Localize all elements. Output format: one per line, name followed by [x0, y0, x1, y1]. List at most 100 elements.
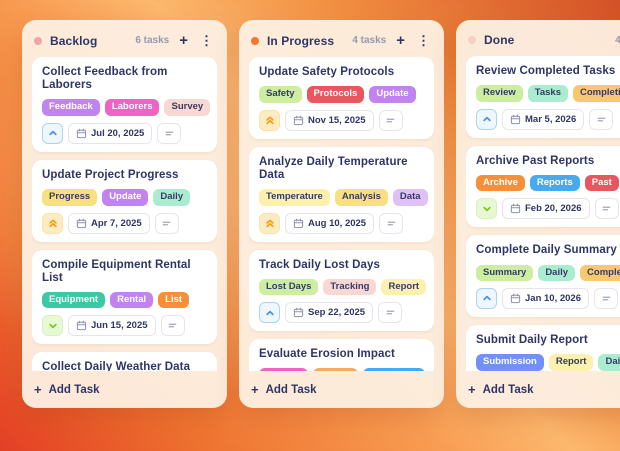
priority-button[interactable] — [259, 110, 280, 131]
description-lines-icon — [385, 307, 396, 318]
priority-button[interactable] — [42, 315, 63, 336]
add-card-icon-button[interactable]: + — [177, 33, 190, 48]
add-task-label: Add Task — [266, 384, 317, 396]
plus-icon: + — [468, 383, 476, 396]
due-date-chip[interactable]: Jul 20, 2025 — [68, 123, 152, 144]
priority-button[interactable] — [476, 288, 497, 309]
due-date-chip[interactable]: Feb 20, 2026 — [502, 198, 590, 219]
board-column: Backlog 6 tasks + ⋮ Collect Feedback fro… — [22, 20, 227, 408]
tag: Lost Days — [259, 279, 318, 295]
add-task-button[interactable]: + Add Task — [466, 381, 620, 398]
description-indicator — [589, 109, 613, 130]
tag: Equipment — [42, 292, 105, 308]
description-indicator — [378, 302, 402, 323]
card-meta-row: Jun 15, 2025 — [42, 315, 207, 336]
column-status-dot — [34, 37, 42, 45]
priority-button[interactable] — [476, 109, 497, 130]
chevrons-up-icon — [264, 114, 276, 126]
add-task-button[interactable]: + Add Task — [249, 381, 434, 398]
tag: Safety — [259, 86, 302, 102]
column-header: Done 4 tasks + ⋮ — [466, 29, 620, 56]
tag: Protocols — [307, 86, 365, 102]
description-lines-icon — [601, 203, 612, 214]
priority-button[interactable] — [476, 198, 497, 219]
tag-list: TemperatureAnalysisData — [259, 189, 424, 205]
task-card[interactable]: Submit Daily Report SubmissionReportDail… — [466, 325, 620, 371]
tag: Completion — [573, 85, 620, 101]
task-card[interactable]: Track Daily Lost Days Lost DaysTrackingR… — [249, 250, 434, 332]
task-title: Archive Past Reports — [476, 155, 620, 168]
task-card[interactable]: Evaluate Erosion Impact ErosionImpactEva… — [249, 339, 434, 371]
task-title: Evaluate Erosion Impact — [259, 348, 424, 361]
card-meta-row: Mar 5, 2026 — [476, 109, 620, 130]
tag-list: ErosionImpactEvaluation — [259, 368, 424, 371]
due-date-chip[interactable]: Sep 22, 2025 — [285, 302, 373, 323]
tag: Feedback — [42, 99, 100, 115]
due-date: Jul 20, 2025 — [91, 128, 144, 139]
tag: Evaluation — [363, 368, 425, 371]
tag: Reports — [530, 175, 580, 191]
task-card[interactable]: Compile Equipment Rental List EquipmentR… — [32, 250, 217, 345]
column-status-dot — [468, 36, 476, 44]
column-header: Backlog 6 tasks + ⋮ — [32, 29, 217, 57]
priority-button[interactable] — [42, 123, 63, 144]
task-card[interactable]: Update Safety Protocols Safety ProtocolsU… — [249, 57, 434, 139]
tag: Review — [476, 85, 523, 101]
due-date-chip[interactable]: Jun 15, 2025 — [68, 315, 156, 336]
task-title: Submit Daily Report — [476, 334, 620, 347]
description-lines-icon — [385, 115, 396, 126]
column-task-count: 4 tasks — [352, 35, 386, 46]
priority-button[interactable] — [259, 302, 280, 323]
card-meta-row: Jul 20, 2025 — [42, 123, 207, 144]
due-date: Apr 7, 2025 — [91, 218, 142, 229]
due-date-chip[interactable]: Apr 7, 2025 — [68, 213, 150, 234]
column-task-count: 6 tasks — [135, 35, 169, 46]
chevron-up-icon — [481, 292, 493, 304]
due-date-chip[interactable]: Nov 15, 2025 — [285, 110, 374, 131]
due-date-chip[interactable]: Aug 10, 2025 — [285, 213, 374, 234]
chevron-down-icon — [47, 320, 59, 332]
plus-icon: + — [251, 383, 259, 396]
card-list: Review Completed Tasks ReviewTasksComple… — [466, 56, 620, 371]
calendar-icon — [293, 115, 304, 126]
task-card[interactable]: Archive Past Reports ArchiveReportsPast … — [466, 146, 620, 228]
add-task-button[interactable]: + Add Task — [32, 381, 217, 398]
column-title: Done — [484, 33, 514, 47]
task-card[interactable]: Collect Daily Weather Data WeatherDailyR… — [32, 352, 217, 371]
task-title: Collect Feedback from Laborers — [42, 66, 207, 92]
plus-icon: + — [34, 383, 42, 396]
column-title: Backlog — [50, 34, 97, 48]
add-card-icon-button[interactable]: + — [394, 33, 407, 48]
task-card[interactable]: Complete Daily Summary SummaryDailyCompl… — [466, 235, 620, 317]
chevron-up-icon — [264, 307, 276, 319]
column-menu-kebab-icon[interactable]: ⋮ — [415, 34, 432, 47]
description-indicator — [594, 288, 618, 309]
task-card[interactable]: Analyze Daily Temperature Data Temperatu… — [249, 147, 434, 242]
task-title: Complete Daily Summary — [476, 244, 620, 257]
due-date-chip[interactable]: Jan 10, 2026 — [502, 288, 589, 309]
add-task-label: Add Task — [483, 384, 534, 396]
priority-button[interactable] — [42, 213, 63, 234]
column-menu-kebab-icon[interactable]: ⋮ — [198, 34, 215, 47]
tag-list: Safety ProtocolsUpdate — [259, 86, 424, 102]
task-card[interactable]: Review Completed Tasks ReviewTasksComple… — [466, 56, 620, 138]
description-lines-icon — [386, 218, 397, 229]
tag: Impact — [313, 368, 358, 371]
task-title: Update Project Progress — [42, 169, 207, 182]
tag: Tracking — [323, 279, 376, 295]
tag: Update — [369, 86, 415, 102]
tag-list: SubmissionReportDaily — [476, 354, 620, 370]
tag: Completion — [580, 265, 620, 281]
task-card[interactable]: Collect Feedback from Laborers FeedbackL… — [32, 57, 217, 152]
due-date-chip[interactable]: Mar 5, 2026 — [502, 109, 584, 130]
priority-button[interactable] — [259, 213, 280, 234]
due-date: Aug 10, 2025 — [308, 218, 366, 229]
column-task-count: 4 tasks — [615, 35, 620, 46]
card-meta-row: Feb 20, 2026 — [476, 198, 620, 219]
card-list: Update Safety Protocols Safety ProtocolsU… — [249, 57, 434, 371]
task-card[interactable]: Update Project Progress ProgressUpdateDa… — [32, 160, 217, 242]
column-header: In Progress 4 tasks + ⋮ — [249, 29, 434, 57]
tag-list: ProgressUpdateDaily — [42, 189, 207, 205]
column-status-dot — [251, 37, 259, 45]
calendar-icon — [510, 114, 521, 125]
